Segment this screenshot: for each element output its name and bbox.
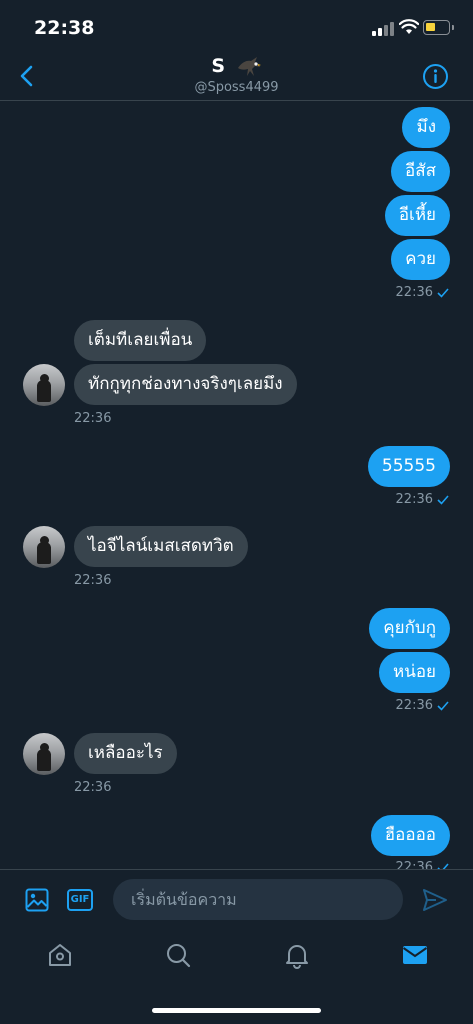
message-bubble-outgoing[interactable]: ฮืออออ: [370, 815, 450, 856]
contact-handle: @Sposs4499: [194, 80, 279, 95]
message-timestamp: 22:36: [396, 285, 449, 300]
gif-icon[interactable]: GIF: [67, 889, 93, 911]
message-bubble-outgoing[interactable]: มึง: [402, 107, 450, 148]
search-icon[interactable]: [164, 941, 192, 969]
signal-icon: [372, 22, 394, 36]
conversation-header: S @Sposs4499: [0, 54, 473, 101]
message-timestamp: 22:36: [74, 411, 112, 426]
home-indicator: [152, 1008, 321, 1013]
conversation-title[interactable]: S: [0, 55, 473, 78]
avatar[interactable]: [23, 733, 65, 775]
home-icon[interactable]: [46, 941, 74, 969]
wifi-icon: [399, 19, 419, 34]
message-bubble-outgoing[interactable]: ควย: [391, 239, 450, 280]
message-timestamp: 22:36: [396, 492, 449, 507]
message-bubble-outgoing[interactable]: อีสัส: [391, 151, 450, 192]
send-icon[interactable]: [422, 888, 448, 912]
message-bubble-outgoing[interactable]: คุยกับกู: [369, 608, 450, 649]
contact-name: S: [211, 55, 226, 77]
status-bar: 22:38: [0, 0, 473, 54]
avatar[interactable]: [23, 526, 65, 568]
message-composer: GIF: [0, 869, 473, 931]
tab-bar: [0, 931, 473, 1024]
message-timestamp: 22:36: [74, 573, 112, 588]
info-icon[interactable]: [422, 63, 449, 90]
mail-icon[interactable]: [401, 941, 429, 969]
message-input[interactable]: [113, 879, 403, 920]
image-icon[interactable]: [25, 888, 49, 912]
message-timestamp: 22:36: [74, 780, 112, 795]
message-bubble-incoming[interactable]: ทักกูทุกช่องทางจริงๆเลยมึง: [74, 364, 297, 405]
message-bubble-outgoing[interactable]: 55555: [367, 446, 450, 487]
avatar[interactable]: [23, 364, 65, 406]
message-bubble-incoming[interactable]: เหลืออะไร: [74, 733, 177, 774]
message-timestamp: 22:36: [396, 860, 449, 869]
read-check-icon: [437, 287, 449, 298]
message-bubble-outgoing[interactable]: อีเหี้ย: [384, 195, 450, 236]
message-bubble-incoming[interactable]: เต็มทีเลยเพื่อน: [74, 320, 207, 361]
message-timestamp: 22:36: [396, 698, 449, 713]
message-list[interactable]: มึง อีสัส อีเหี้ย ควย 22:36 เต็มทีเลยเพื…: [0, 101, 473, 869]
read-check-icon: [437, 700, 449, 711]
battery-icon: [423, 20, 454, 35]
message-bubble-incoming[interactable]: ไอจีไลน์เมสเสดทวิต: [74, 526, 248, 567]
message-bubble-outgoing[interactable]: หน่อย: [379, 652, 450, 693]
bell-icon[interactable]: [283, 941, 311, 969]
eagle-icon: [237, 56, 261, 76]
status-time: 22:38: [34, 17, 95, 39]
read-check-icon: [437, 494, 449, 505]
